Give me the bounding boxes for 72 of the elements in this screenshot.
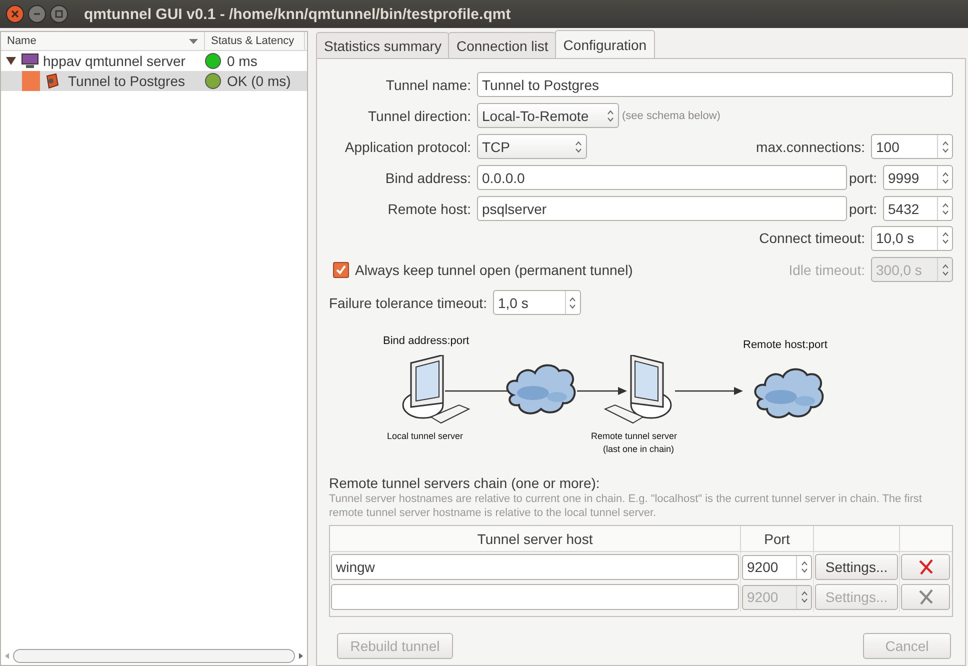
spin-arrows-icon[interactable] [607, 108, 614, 122]
scrollbar[interactable] [3, 649, 305, 663]
field-label: port: [848, 200, 877, 216]
diagram-label: Remote tunnel server [591, 431, 678, 441]
scroll-right-icon[interactable] [297, 652, 305, 660]
tunnel-icon [44, 73, 60, 89]
column-header: Tunnel server host [330, 526, 741, 552]
status-text: 0 ms [227, 53, 258, 69]
computer-icon [21, 53, 39, 69]
field-label: Idle timeout: [788, 262, 865, 278]
field-label: Failure tolerance timeout: [329, 294, 487, 310]
diagram-label: Remote host:port [743, 339, 828, 351]
spin-arrows-icon[interactable] [575, 140, 582, 154]
tree-item-label: hppav qmtunnel server [43, 53, 186, 69]
note-text: Tunnel server hostnames are relative to current one in chain. E.g. "localhost" is the current tunnel server in chain. The first remote tunnel server hostname is relative to the local tunnel server. [329, 492, 923, 520]
tree-row[interactable]: Tunnel to Postgres OK (0 ms) [1, 71, 307, 91]
host-field[interactable]: wingw [331, 554, 739, 580]
field-label: Tunnel direction: [367, 108, 471, 124]
field-label: Tunnel name: [384, 76, 471, 92]
field-label: Remote host: [386, 200, 471, 216]
tree-item-label: Tunnel to Postgres [68, 73, 185, 89]
arrow [577, 386, 627, 396]
field-label: Bind address: [384, 170, 471, 186]
spin-box[interactable]: 1,0 s [492, 290, 581, 315]
spin-box[interactable]: 10,0 s [871, 226, 953, 250]
spin-box[interactable]: 100 [871, 134, 953, 159]
diagram-label: Local tunnel server [387, 431, 464, 441]
delete-icon [918, 559, 934, 575]
tab[interactable]: Statistics summary [316, 32, 450, 58]
dropdown[interactable]: Local-To-Remote [477, 103, 619, 128]
settings-button[interactable]: Settings... [815, 554, 898, 580]
spin-arrows-icon[interactable] [942, 170, 948, 184]
hint-text: (see schema below) [622, 110, 720, 122]
port-spin-box[interactable]: 5432 [883, 196, 953, 221]
spin-arrows-icon[interactable] [942, 231, 948, 245]
minimize-icon[interactable] [28, 5, 46, 23]
tab[interactable]: Connection list [448, 32, 556, 58]
arrow [675, 386, 743, 396]
section-title: Remote tunnel servers chain (one or more): [329, 475, 601, 491]
expanded-arrow-icon[interactable] [5, 56, 17, 66]
text-field[interactable]: Tunnel to Postgres [477, 72, 953, 97]
spin-arrows-icon[interactable] [569, 296, 576, 310]
sort-icon [189, 38, 198, 44]
port-spin-box[interactable]: 9999 [883, 165, 953, 190]
spin-arrows-icon[interactable] [800, 560, 808, 574]
diagram-label: (last one in chain) [603, 444, 674, 454]
close-icon[interactable] [6, 5, 24, 23]
remove-button[interactable] [901, 554, 950, 580]
status-text: OK (0 ms) [227, 73, 291, 89]
field-label: Application protocol: [344, 138, 471, 154]
text-field[interactable]: psqlserver [477, 196, 847, 221]
column-header: Port [741, 526, 814, 552]
host-field[interactable] [331, 584, 739, 610]
field-label: port: [848, 170, 877, 186]
window-title: qmtunnel GUI v0.1 - /home/knn/qmtunnel/bin/testprofile.qmt [84, 6, 511, 22]
checkbox[interactable] [333, 262, 349, 278]
delete-icon [918, 589, 934, 605]
tree-branch-icon [22, 71, 40, 91]
checkbox-label[interactable]: Always keep tunnel open (permanent tunnel) [355, 262, 633, 278]
field-label: max.connections: [756, 138, 865, 154]
spin-arrows-icon[interactable] [942, 202, 948, 216]
column-header[interactable]: Status & Latency [205, 32, 305, 50]
maximize-icon[interactable] [50, 5, 68, 23]
diagram-label: Bind address:port [383, 335, 470, 347]
text-field[interactable]: 0.0.0.0 [477, 165, 847, 190]
field-label: Connect timeout: [759, 230, 865, 246]
tab[interactable]: Configuration [555, 30, 655, 58]
column-header[interactable]: Name [1, 32, 205, 50]
tree-row[interactable]: hppav qmtunnel server 0 ms [1, 51, 307, 71]
spin-arrows-icon[interactable] [942, 140, 948, 154]
dropdown[interactable]: TCP [477, 134, 587, 159]
port-spin-box[interactable]: 9200 [742, 554, 812, 580]
